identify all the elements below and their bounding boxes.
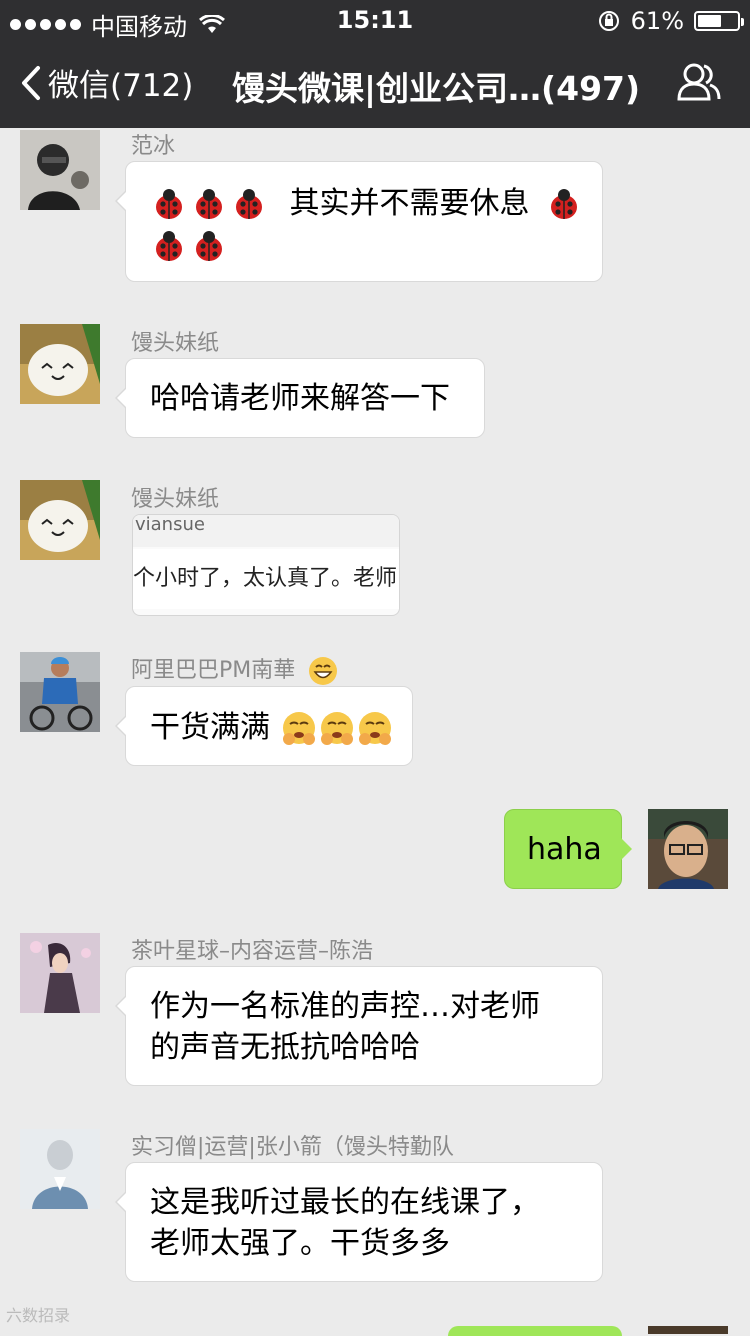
message-bubble[interactable]: haha — [504, 809, 632, 889]
chevron-left-icon — [22, 65, 40, 100]
avatar[interactable] — [20, 652, 100, 732]
avatar[interactable] — [20, 130, 100, 210]
ladybug-icon — [551, 188, 578, 219]
sender-name: 茶叶星球–内容运营–陈浩 — [131, 939, 374, 964]
message-text-line: 作为一名标准的声控…对老师 — [150, 989, 540, 1024]
ladybug-icon — [156, 230, 182, 261]
avatar[interactable] — [20, 480, 100, 560]
message-bubble[interactable]: 作为一名标准的声控…对老师 的声音无抵抗哈哈哈 — [115, 966, 603, 1086]
next-self-avatar-partial[interactable] — [648, 1326, 728, 1334]
chat-title: 馒头微课|创业公司…(497) — [232, 69, 641, 108]
message-text-line: 老师太强了。干货多多 — [150, 1226, 450, 1261]
sender-name: 馒头妹纸 — [131, 487, 220, 512]
message-content: 干货满满 — [150, 706, 394, 748]
message-text: 这是我听过最长的在线课了， 老师太强了。干货多多 — [150, 1182, 540, 1264]
sender-name-text: 阿里巴巴PM南華 — [131, 658, 296, 683]
chat-header: 中国移动 15:11 61% 微信(712) 馒头微课|创业公司…(497) — [0, 0, 750, 128]
ladybug-icon — [156, 188, 182, 219]
status-right: 61% — [597, 7, 744, 35]
message-text: 作为一名标准的声控…对老师 的声音无抵抗哈哈哈 — [150, 986, 540, 1068]
message-bubble[interactable]: 干货满满 — [115, 686, 413, 766]
sender-name: 范冰 — [131, 134, 176, 159]
message-text-line: 这是我听过最长的在线课了， — [150, 1185, 540, 1220]
rotation-lock-icon — [598, 11, 619, 31]
ladybug-icon — [196, 188, 222, 219]
back-label: 微信(712) — [48, 68, 194, 104]
battery-fill — [698, 15, 722, 27]
grin-emoji-icon — [309, 657, 338, 685]
message-text: haha — [527, 832, 602, 867]
image-body-text: 个小时了，太认真了。老师 — [133, 549, 399, 609]
battery-percent: 61% — [630, 7, 684, 35]
message-text: 其实并不需要休息 — [289, 186, 530, 221]
group-members-icon[interactable] — [676, 62, 722, 102]
back-button[interactable]: 微信(712) — [20, 60, 193, 105]
next-self-bubble-partial[interactable] — [448, 1326, 622, 1336]
ladybug-icon — [196, 230, 222, 261]
message-text: 干货满满 — [150, 710, 270, 745]
avatar[interactable] — [648, 809, 728, 889]
watermark: 六数招录 — [6, 1306, 71, 1325]
message-bubble[interactable]: 其实并不需要休息 — [115, 161, 603, 282]
tearful-emoji-icon — [320, 711, 353, 745]
sender-name: 阿里巴巴PM南華 — [131, 652, 338, 686]
message-text-line: 的声音无抵抗哈哈哈 — [150, 1030, 420, 1065]
avatar[interactable] — [20, 324, 100, 404]
tearful-emoji-icon — [358, 711, 391, 745]
message-bubble[interactable]: 这是我听过最长的在线课了， 老师太强了。干货多多 — [115, 1162, 603, 1282]
sender-name: 实习僧|运营|张小箭（馒头特勤队 — [131, 1135, 454, 1160]
avatar[interactable] — [20, 1129, 100, 1209]
tearful-emoji-icon — [282, 711, 315, 745]
image-message[interactable]: viansue 个小时了，太认真了。老师 — [132, 514, 400, 616]
status-bar: 中国移动 15:11 61% — [0, 0, 750, 41]
ladybug-icon — [236, 188, 262, 219]
nav-bar: 微信(712) 馒头微课|创业公司…(497) — [0, 40, 750, 128]
sender-name: 馒头妹纸 — [131, 331, 220, 356]
message-bubble[interactable]: 哈哈请老师来解答一下 — [115, 358, 485, 438]
image-header-text: viansue — [133, 515, 399, 547]
battery-icon — [694, 11, 744, 31]
avatar[interactable] — [20, 933, 100, 1013]
message-content: 其实并不需要休息 — [152, 182, 592, 265]
message-text: 哈哈请老师来解答一下 — [150, 381, 450, 416]
